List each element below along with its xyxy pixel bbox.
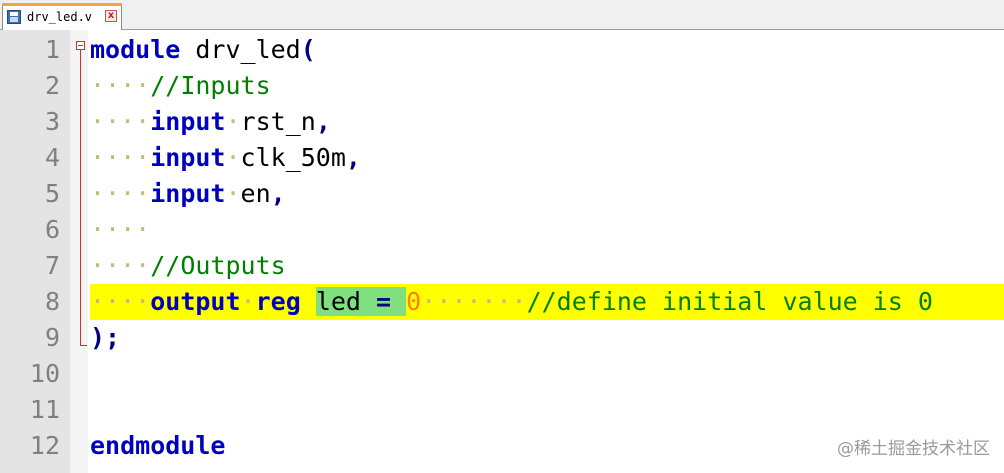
- tab-bar: drv_led.v x: [0, 0, 1004, 30]
- token-whitespace: ·: [225, 179, 241, 208]
- token-operator: =: [376, 287, 392, 316]
- code-line[interactable]: 1 module drv_led(: [0, 32, 1004, 68]
- token-operator: );: [90, 323, 121, 352]
- line-number: 8: [44, 287, 60, 316]
- line-number: 1: [44, 35, 60, 64]
- code-text[interactable]: ····input·clk_50m,: [90, 140, 1004, 176]
- token-whitespace: ·: [225, 143, 241, 172]
- line-number: 10: [29, 359, 60, 388]
- token-keyword: endmodule: [90, 431, 226, 460]
- indent-whitespace: ····: [90, 143, 151, 172]
- token-whitespace: [301, 287, 316, 316]
- code-editor[interactable]: 1 module drv_led(2 ····//Inputs 3 ····input·…: [0, 30, 1004, 473]
- code-line[interactable]: 11: [0, 392, 1004, 428]
- line-number: 3: [44, 107, 60, 136]
- token-keyword: output: [150, 287, 241, 316]
- line-number: 4: [44, 143, 60, 172]
- token-operator: ,: [315, 107, 331, 136]
- token-keyword: module: [90, 35, 181, 64]
- token-comment: //Inputs: [150, 71, 271, 100]
- notepad-plus-plus-window: drv_led.v x 1 module drv_led(2 ····//Input…: [0, 0, 1004, 473]
- code-line[interactable]: 7 ····//Outputs: [0, 248, 1004, 284]
- code-text[interactable]: [90, 356, 1004, 392]
- indent-whitespace: ····: [90, 71, 151, 100]
- code-line[interactable]: 4 ····input·clk_50m,: [0, 140, 1004, 176]
- token-whitespace: ·······: [421, 287, 527, 316]
- token-comment: //Outputs: [150, 251, 286, 280]
- code-text[interactable]: ····: [90, 212, 1004, 248]
- tab-filename: drv_led.v: [27, 10, 93, 24]
- token-identifier: en: [240, 179, 271, 208]
- token-whitespace: [391, 287, 407, 316]
- indent-whitespace: ····: [90, 215, 151, 244]
- token-whitespace: [360, 287, 377, 316]
- token-identifier: led: [315, 287, 361, 316]
- indent-whitespace: ····: [90, 179, 151, 208]
- code-line[interactable]: 6 ····: [0, 212, 1004, 248]
- code-line[interactable]: 3 ····input·rst_n,: [0, 104, 1004, 140]
- code-text[interactable]: [90, 392, 1004, 428]
- indent-whitespace: ····: [90, 107, 151, 136]
- tab-drv-led[interactable]: drv_led.v x: [2, 3, 122, 30]
- line-number: 6: [44, 215, 60, 244]
- token-identifier: rst_n: [240, 107, 316, 136]
- line-number: 2: [44, 71, 60, 100]
- token-identifier: drv_led: [180, 35, 301, 64]
- token-operator: ,: [345, 143, 361, 172]
- token-keyword: input: [150, 143, 226, 172]
- token-identifier: clk_50m: [240, 143, 346, 172]
- save-icon: [7, 10, 21, 24]
- token-whitespace: ·: [240, 287, 256, 316]
- code-line[interactable]: 8 ····output·reg led = 0·······//define i…: [0, 284, 1004, 320]
- code-text[interactable]: ····output·reg led = 0·······//define in…: [90, 284, 1004, 320]
- active-tab-indicator: [2, 3, 122, 6]
- code-text[interactable]: ····input·en,: [90, 176, 1004, 212]
- line-number: 11: [29, 395, 60, 424]
- code-line[interactable]: 10: [0, 356, 1004, 392]
- line-number: 9: [44, 323, 60, 352]
- code-text[interactable]: module drv_led(: [90, 32, 1004, 68]
- line-number: 7: [44, 251, 60, 280]
- code-line[interactable]: 9);: [0, 320, 1004, 356]
- code-text[interactable]: ····//Inputs: [90, 68, 1004, 104]
- indent-whitespace: ····: [90, 251, 151, 280]
- token-operator: (: [300, 35, 316, 64]
- code-text[interactable]: ····input·rst_n,: [90, 104, 1004, 140]
- token-keyword: reg: [255, 287, 301, 316]
- close-icon[interactable]: x: [105, 10, 117, 22]
- line-number: 5: [44, 179, 60, 208]
- line-number: 12: [29, 431, 60, 460]
- token-number: 0: [406, 287, 422, 316]
- token-comment: //define initial value is 0: [526, 287, 933, 316]
- code-text[interactable]: );: [90, 320, 1004, 356]
- watermark: @稀土掘金技术社区: [837, 439, 990, 459]
- indent-whitespace: ····: [90, 287, 151, 316]
- code-text[interactable]: ····//Outputs: [90, 248, 1004, 284]
- token-keyword: input: [150, 107, 226, 136]
- token-keyword: input: [150, 179, 226, 208]
- code-line[interactable]: 5 ····input·en,: [0, 176, 1004, 212]
- code-line[interactable]: 2 ····//Inputs: [0, 68, 1004, 104]
- token-whitespace: ·: [225, 107, 241, 136]
- token-operator: ,: [270, 179, 286, 208]
